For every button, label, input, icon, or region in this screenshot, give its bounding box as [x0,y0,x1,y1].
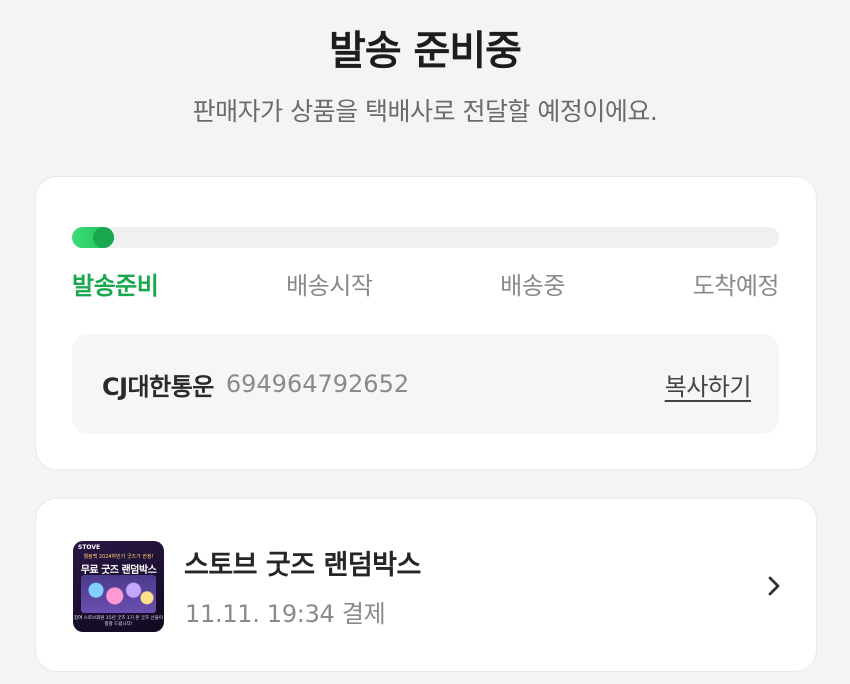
payment-time: 11.11. 19:34 결제 [185,600,386,628]
page-title: 발송 준비중 [329,28,522,74]
thumbnail-artwork [81,575,156,613]
shipping-progress-bar [72,227,779,248]
shipping-status-card: 발송준비 배송시작 배송중 도착예정 CJ대한통운 694964792652 복… [35,176,817,470]
tracking-info: CJ대한통운 694964792652 복사하기 [72,334,779,434]
carrier-name: CJ대한통운 [102,372,214,401]
product-name: 스토브 굿즈 랜덤박스 [184,550,421,581]
product-thumbnail: STOVE 웰컴백 2024하반기 굿즈가 한정! 무료 굿즈 랜덤박스 참여 … [73,541,164,632]
step-shipping-started: 배송시작 [286,271,373,300]
step-in-transit: 배송중 [500,271,565,300]
copy-tracking-button[interactable]: 복사하기 [665,367,752,402]
shipping-steps: 발송준비 배송시작 배송중 도착예정 [72,263,779,303]
page-subtitle: 판매자가 상품을 택배사로 전달할 예정이에요. [192,97,658,126]
shipping-progress-knob [93,227,115,248]
tracking-number: 694964792652 [225,370,410,398]
thumbnail-headline: 무료 굿즈 랜덤박스 [80,565,157,576]
thumbnail-brand-logo: STOVE [78,544,101,551]
step-arrival-expected: 도착예정 [692,271,780,300]
thumbnail-footer: 참여 스토브회원 15년 굿즈 1기 본 굿즈 선물이 팡팡 드립니다! [74,616,163,627]
order-item-card[interactable]: STOVE 웰컴백 2024하반기 굿즈가 한정! 무료 굿즈 랜덤박스 참여 … [35,498,817,672]
thumbnail-tagline: 웰컴백 2024하반기 굿즈가 한정! [83,554,154,560]
chevron-right-icon[interactable] [764,573,784,599]
step-ready: 발송준비 [72,271,159,300]
